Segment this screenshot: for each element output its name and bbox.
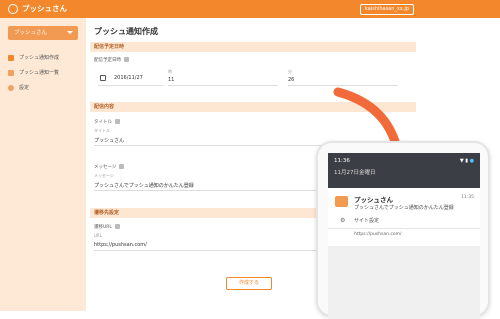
section-content: 配信内容 bbox=[90, 102, 416, 112]
message-input[interactable]: プッシュさんでプッシュ通知のかんたん登録 bbox=[94, 182, 194, 189]
url-input[interactable]: https://pushsan.com/ bbox=[94, 242, 147, 248]
sidebar-item-list[interactable]: プッシュ通知一覧 bbox=[8, 67, 59, 79]
hour-label: 時 bbox=[168, 69, 172, 74]
logo-icon bbox=[8, 4, 18, 14]
schedule-label: 配信予定日時 bbox=[94, 57, 129, 63]
message-sublabel: メッセージ bbox=[94, 173, 114, 178]
help-icon[interactable] bbox=[114, 224, 120, 229]
title-input[interactable]: プッシュさん bbox=[94, 137, 124, 144]
title-sublabel: タイトル bbox=[94, 128, 110, 133]
hour-field-underline bbox=[168, 85, 278, 86]
hour-field[interactable]: 11 bbox=[168, 77, 174, 83]
gear-icon bbox=[8, 84, 14, 91]
status-date: 11月27日金曜日 bbox=[334, 170, 376, 176]
title-label: タイトル bbox=[94, 119, 120, 125]
phone-screen: 11:36 11月27日金曜日 ▼ ▮ ● プッシュさん 11:35 プッシュさ… bbox=[328, 153, 480, 319]
list-icon bbox=[8, 69, 14, 76]
account-button[interactable]: kaishihasan_xx.jp bbox=[359, 4, 414, 15]
message-label: メッセージ bbox=[94, 164, 125, 170]
sidebar-item-label: プッシュ通知作成 bbox=[19, 55, 60, 61]
notification-url: https://pushsan.com/ bbox=[354, 232, 402, 237]
avatar-icon: ● bbox=[469, 158, 474, 164]
status-time: 11:36 bbox=[334, 158, 350, 164]
notification-divider bbox=[328, 228, 480, 229]
sidebar-item-label: プッシュ通知一覧 bbox=[19, 70, 60, 76]
minute-label: 分 bbox=[288, 69, 292, 74]
minute-field-underline bbox=[288, 85, 398, 86]
help-icon[interactable] bbox=[119, 164, 125, 169]
sidebar-item-settings[interactable]: 設定 bbox=[8, 82, 29, 94]
site-select-label: プッシュさん bbox=[14, 30, 48, 36]
battery-icon: ▮ bbox=[465, 158, 469, 164]
notification-card[interactable]: プッシュさん 11:35 プッシュさんでプッシュ通知のかんたん登録 ⚙ サイト設… bbox=[328, 188, 480, 246]
calendar-icon[interactable] bbox=[100, 75, 106, 81]
phone-mockup: 11:36 11月27日金曜日 ▼ ▮ ● プッシュさん 11:35 プッシュさ… bbox=[316, 141, 490, 319]
url-sublabel: URL bbox=[94, 233, 102, 238]
minute-field[interactable]: 26 bbox=[288, 77, 294, 83]
url-label: 遷移URL bbox=[94, 224, 120, 230]
sidebar: プッシュさん プッシュ通知作成 プッシュ通知一覧 設定 bbox=[0, 18, 86, 311]
notification-title: プッシュさん bbox=[354, 196, 393, 204]
phone-lower-screen bbox=[328, 246, 480, 319]
app-logo-text[interactable]: プッシュさん bbox=[22, 3, 67, 15]
sidebar-item-create[interactable]: プッシュ通知作成 bbox=[8, 52, 59, 64]
create-button[interactable]: 作成する bbox=[226, 277, 272, 290]
app-notification-icon bbox=[335, 196, 348, 207]
site-select[interactable]: プッシュさん bbox=[8, 26, 78, 40]
top-bar: プッシュさん kaishihasan_xx.jp bbox=[0, 0, 500, 18]
notification-icon bbox=[8, 54, 14, 61]
section-schedule: 配信予定日時 bbox=[90, 42, 416, 52]
page-title: プッシュ通知作成 bbox=[94, 27, 158, 36]
help-icon[interactable] bbox=[124, 57, 129, 62]
date-field[interactable]: 2016/11/27 bbox=[114, 75, 143, 81]
chevron-down-icon bbox=[67, 31, 73, 34]
gear-icon[interactable]: ⚙ bbox=[340, 217, 345, 224]
wifi-icon: ▼ bbox=[459, 158, 464, 164]
notification-time: 11:35 bbox=[461, 195, 474, 200]
sidebar-item-label: 設定 bbox=[19, 85, 30, 91]
help-icon[interactable] bbox=[115, 119, 120, 124]
notification-body: プッシュさんでプッシュ通知のかんたん登録 bbox=[354, 205, 454, 211]
date-field-underline bbox=[98, 85, 163, 86]
status-icons: ▼ ▮ ● bbox=[460, 158, 474, 164]
site-settings-link[interactable]: サイト設定 bbox=[354, 217, 379, 224]
